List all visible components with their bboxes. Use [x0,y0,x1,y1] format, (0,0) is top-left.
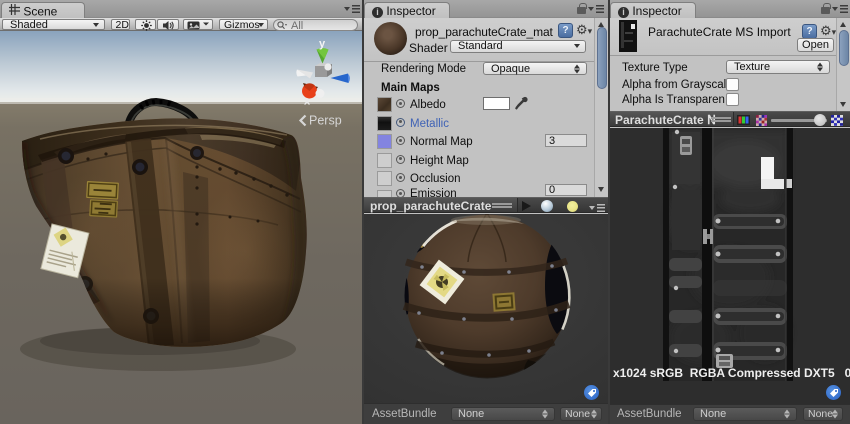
svg-text:y: y [319,38,326,50]
svg-text:x1024 sRGB RGBA Compressed DX: x1024 sRGB RGBA Compressed DXT5 0.7 [613,366,850,380]
svg-text:Persp: Persp [309,114,342,128]
svg-text:x: x [304,96,311,108]
